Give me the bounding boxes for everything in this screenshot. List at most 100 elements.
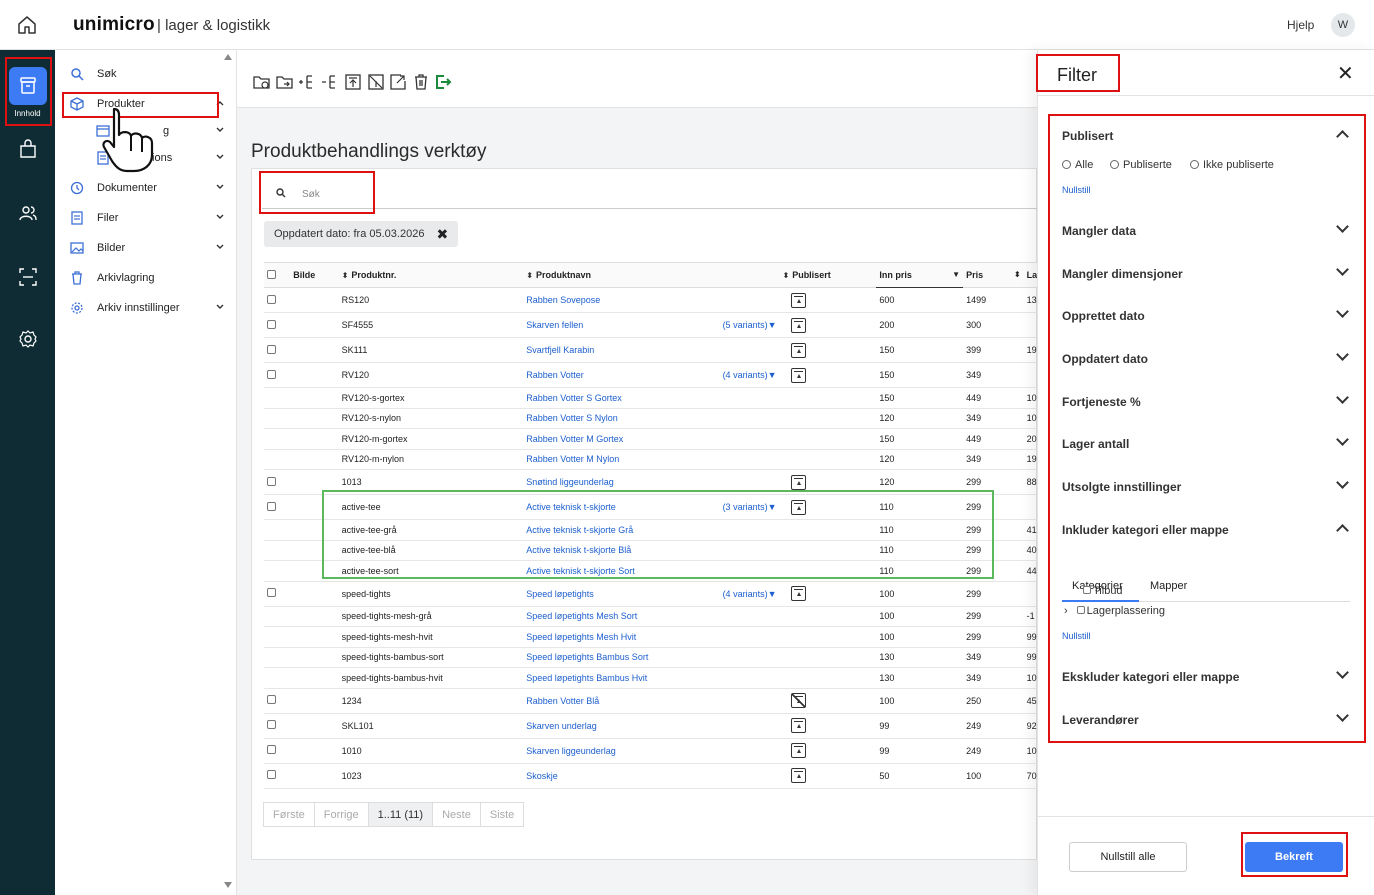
product-name-link[interactable]: Svartfjell Karabin — [526, 345, 594, 355]
published-icon[interactable] — [791, 292, 807, 308]
product-name-link[interactable]: Speed løpetights Bambus Sort — [526, 652, 648, 662]
table-row[interactable]: RV120 Rabben Votter (4 variants)▼ 150 349 — [264, 362, 1064, 388]
row-checkbox[interactable] — [267, 501, 276, 511]
row-select[interactable] — [264, 763, 291, 789]
row-select[interactable] — [264, 428, 291, 450]
product-name-link[interactable]: Speed løpetights Bambus Hvit — [526, 673, 647, 683]
variants-toggle[interactable]: (4 variants)▼ — [723, 589, 777, 599]
row-select[interactable] — [264, 494, 291, 520]
table-row[interactable]: speed-tights-bambus-sort Speed løpetights… — [264, 647, 1064, 668]
rail-item-scan[interactable] — [9, 258, 47, 296]
table-row[interactable]: RV120-s-nylon Rabben Votter S Nylon 120 349… — [264, 408, 1064, 429]
product-name-link[interactable]: Skarven fellen — [526, 320, 583, 330]
nav-item-arkivlagring[interactable]: Arkivlagring — [70, 268, 230, 288]
table-row[interactable]: 1023 Skoskje 50 100 70 — [264, 763, 1064, 789]
rail-item-users[interactable] — [9, 194, 47, 232]
scroll-down-arrow[interactable] — [224, 882, 232, 888]
published-icon[interactable] — [791, 743, 807, 758]
row-select[interactable] — [264, 362, 291, 388]
table-row[interactable]: speed-tights-bambus-hvit Speed løpetights… — [264, 667, 1064, 689]
row-checkbox[interactable] — [267, 476, 276, 486]
row-select[interactable] — [264, 688, 291, 714]
home-icon[interactable] — [16, 14, 38, 36]
published-icon[interactable] — [791, 718, 807, 733]
pager-first[interactable]: Første — [263, 802, 315, 827]
table-row[interactable]: SF4555 Skarven fellen (5 variants)▼ 200 300 — [264, 312, 1064, 338]
row-checkbox[interactable] — [267, 770, 276, 779]
tree-add-icon[interactable] — [298, 73, 316, 91]
row-produktnavn[interactable]: Skarven fellen (5 variants)▼ — [523, 312, 780, 338]
published-icon[interactable] — [791, 586, 807, 601]
nav-item-sok[interactable]: Søk — [70, 64, 230, 84]
row-select[interactable] — [264, 540, 291, 561]
row-checkbox[interactable] — [267, 294, 276, 304]
row-checkbox[interactable] — [267, 588, 276, 597]
header-select-all[interactable] — [264, 262, 291, 288]
row-produktnavn[interactable]: Rabben Votter M Nylon — [523, 449, 780, 470]
row-produktnavn[interactable]: Skarven underlag — [523, 713, 780, 739]
tree-remove-icon[interactable] — [321, 73, 339, 91]
product-name-link[interactable]: Rabben Votter M Nylon — [526, 454, 619, 464]
exit-icon[interactable] — [434, 73, 452, 91]
table-row[interactable]: speed-tights-mesh-hvit Speed løpetights M… — [264, 626, 1064, 648]
row-select[interactable] — [264, 581, 291, 607]
variants-toggle[interactable]: (4 variants)▼ — [723, 370, 777, 380]
product-name-link[interactable]: Rabben Votter — [526, 370, 584, 380]
product-name-link[interactable]: Skoskje — [526, 771, 558, 781]
row-checkbox[interactable] — [267, 319, 276, 329]
nav-item-bilder[interactable]: Bilder — [70, 238, 230, 258]
variants-toggle[interactable]: (5 variants)▼ — [723, 320, 777, 330]
table-row[interactable]: SK111 Svartfjell Karabin 150 399 195 — [264, 337, 1064, 363]
row-checkbox[interactable] — [267, 720, 276, 729]
product-name-link[interactable]: Rabben Votter S Gortex — [526, 393, 622, 403]
folder-move-icon[interactable] — [276, 73, 294, 91]
export-icon[interactable] — [389, 73, 407, 91]
row-checkbox[interactable] — [267, 745, 276, 754]
publish-icon[interactable] — [344, 73, 362, 91]
header-inn-pris[interactable]: Inn pris ▼ — [876, 262, 964, 288]
published-icon[interactable] — [791, 367, 807, 383]
table-row[interactable]: RV120-m-nylon Rabben Votter M Nylon 120 349… — [264, 449, 1064, 470]
trash-icon[interactable] — [412, 73, 430, 91]
row-produktnavn[interactable]: Skoskje — [523, 763, 780, 789]
nav-item-filer[interactable]: Filer — [70, 208, 230, 228]
product-name-link[interactable]: Speed løpetights Mesh Sort — [526, 611, 637, 621]
header-produktnr[interactable]: ⬍ Produktnr. — [338, 262, 524, 288]
pager-last[interactable]: Siste — [479, 802, 525, 827]
rail-item-settings[interactable] — [9, 320, 47, 358]
product-name-link[interactable]: Rabben Votter S Nylon — [526, 413, 618, 423]
product-name-link[interactable]: Snøtind liggeunderlag — [526, 477, 614, 487]
row-produktnavn[interactable]: Skarven liggeunderlag — [523, 738, 780, 764]
product-name-link[interactable]: Speed løpetights Mesh Hvit — [526, 632, 636, 642]
search-input[interactable]: Søk — [262, 179, 1038, 209]
scroll-up-arrow[interactable] — [224, 54, 232, 60]
header-produktnavn[interactable]: ⬍ Produktnavn — [523, 262, 780, 288]
row-produktnavn[interactable]: Rabben Votter M Gortex — [523, 428, 780, 450]
rail-item-shop[interactable] — [9, 130, 47, 168]
product-name-link[interactable]: Speed løpetights — [526, 589, 594, 599]
product-name-link[interactable]: Rabben Sovepose — [526, 295, 600, 305]
row-select[interactable] — [264, 560, 291, 582]
nav-item-dokumenter[interactable]: Dokumenter — [70, 178, 230, 198]
row-produktnavn[interactable]: Rabben Votter S Nylon — [523, 408, 780, 429]
folder-add-icon[interactable] — [253, 73, 271, 91]
table-row[interactable]: 1234 Rabben Votter Blå 100 250 45 — [264, 688, 1064, 714]
help-link[interactable]: Hjelp — [1287, 18, 1314, 32]
row-checkbox[interactable] — [267, 369, 276, 379]
table-row[interactable]: speed-tights-mesh-grå Speed løpetights Me… — [264, 606, 1064, 627]
row-select[interactable] — [264, 713, 291, 739]
row-select[interactable] — [264, 647, 291, 668]
pager-current[interactable]: 1..11 (11) — [367, 802, 434, 827]
row-select[interactable] — [264, 667, 291, 689]
table-row[interactable]: RV120-m-gortex Rabben Votter M Gortex 150 4… — [264, 428, 1064, 450]
row-select[interactable] — [264, 337, 291, 363]
row-produktnavn[interactable]: Rabben Sovepose — [523, 287, 780, 313]
row-produktnavn[interactable]: Rabben Votter Blå — [523, 688, 780, 714]
row-produktnavn[interactable]: Speed løpetights Mesh Hvit — [523, 626, 780, 648]
table-row[interactable]: RS120 Rabben Sovepose 600 1499 130 — [264, 287, 1064, 313]
row-produktnavn[interactable]: Speed løpetights Bambus Sort — [523, 647, 780, 668]
row-checkbox[interactable] — [267, 344, 276, 354]
product-name-link[interactable]: Skarven liggeunderlag — [526, 746, 616, 756]
unpublished-icon[interactable] — [791, 693, 807, 708]
reset-all-button[interactable]: Nullstill alle — [1069, 842, 1187, 872]
